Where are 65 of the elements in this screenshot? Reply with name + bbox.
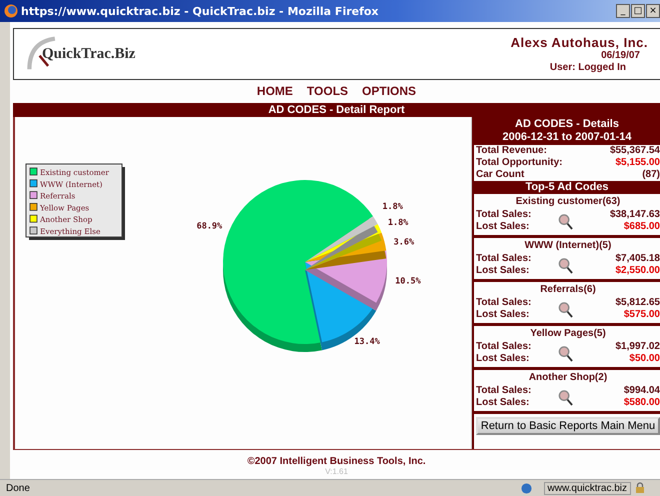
sales-label: Total Sales: [476,341,532,353]
nav-link[interactable]: OPTIONS [362,84,416,98]
lost-value: $580.00 [622,397,660,409]
window-title: https://www.quicktrac.biz - QuickTrac.biz - Mozilla Firefox [21,4,379,18]
browser-globe-icon [4,4,18,18]
return-button[interactable]: Return to Basic Reports Main Menu [476,417,660,435]
sales-value: $7,405.18 [614,253,660,265]
version-text: V:1.61 [325,467,348,476]
magnifier-icon[interactable] [558,344,573,362]
date-range: 2006-12-31 to 2007-01-14 [502,131,632,144]
ad-code-name: Referrals(6) [539,283,597,297]
sales-value: $38,147.63 [608,209,660,221]
nav-link[interactable]: TOOLS [306,84,348,98]
padlock-icon [634,482,646,494]
metric-label: Total Revenue: [476,145,547,157]
report-date: 06/19/07 [601,50,641,62]
magnifier-icon[interactable] [558,256,573,274]
magnifier-icon[interactable] [558,388,573,406]
status-url: www.quicktrac.biz [544,482,631,494]
sales-label: Total Sales: [476,209,532,221]
lost-value: $685.00 [622,221,660,233]
sales-value: $994.04 [622,385,660,397]
slice-value-label: 68.9% [196,221,222,232]
sales-value: $5,812.65 [614,297,660,309]
magnifier-icon[interactable] [558,300,573,318]
sales-value: $1,997.02 [614,341,660,353]
ad-code-name: Yellow Pages(5) [529,327,607,341]
window-control-button[interactable]: × [646,4,660,18]
sales-label: Total Sales: [476,253,532,265]
lost-value: $2,550.00 [614,265,660,277]
window-control-button[interactable]: □ [631,4,645,18]
slice-value-label: 3.6% [394,237,414,248]
details-title: AD CODES - Details [515,118,619,131]
quicktrac-logo: QuickTrac.Biz [26,34,136,74]
sales-label: Total Sales: [476,385,532,397]
circle-badge-icon [520,482,532,494]
copyright-text: ©2007 Intelligent Business Tools, Inc. [247,456,426,467]
sales-label: Total Sales: [476,297,532,309]
ad-code-name: Another Shop(2) [528,371,608,385]
lost-value: $50.00 [628,353,660,365]
slice-value-label: 10.5% [395,276,421,286]
ad-code-name: WWW (Internet)(5) [524,239,612,253]
magnifier-icon[interactable] [558,212,573,230]
sales-label: Lost Sales: [476,397,530,409]
sales-label: Lost Sales: [476,353,530,365]
status-text: Done [6,482,31,494]
top-codes-header: Top-5 Ad Codes [474,181,660,194]
metric-label: Total Opportunity: [476,157,562,169]
sales-label: Lost Sales: [476,265,530,277]
metric-value: (87) [642,169,660,181]
slice-value-label: 1.8% [388,218,408,228]
nav-link[interactable]: HOME [256,84,293,98]
slice-value-label: 13.4% [354,337,380,348]
metric-value: $5,155.00 [616,157,660,169]
report-title-bar: AD CODES - Detail Report [13,103,660,117]
sales-label: Lost Sales: [476,309,530,321]
metric-label: Car Count [476,169,524,181]
company-name: Alexs Autohaus, Inc. [510,34,648,50]
user-status: User: Logged In [550,62,627,74]
lost-value: $575.00 [622,309,660,321]
ad-code-name: Existing customer(63) [514,195,622,209]
window-control-button[interactable]: _ [616,4,630,18]
metric-value: $55,367.54 [610,145,660,157]
sales-label: Lost Sales: [476,221,530,233]
slice-value-label: 1.8% [382,202,403,212]
